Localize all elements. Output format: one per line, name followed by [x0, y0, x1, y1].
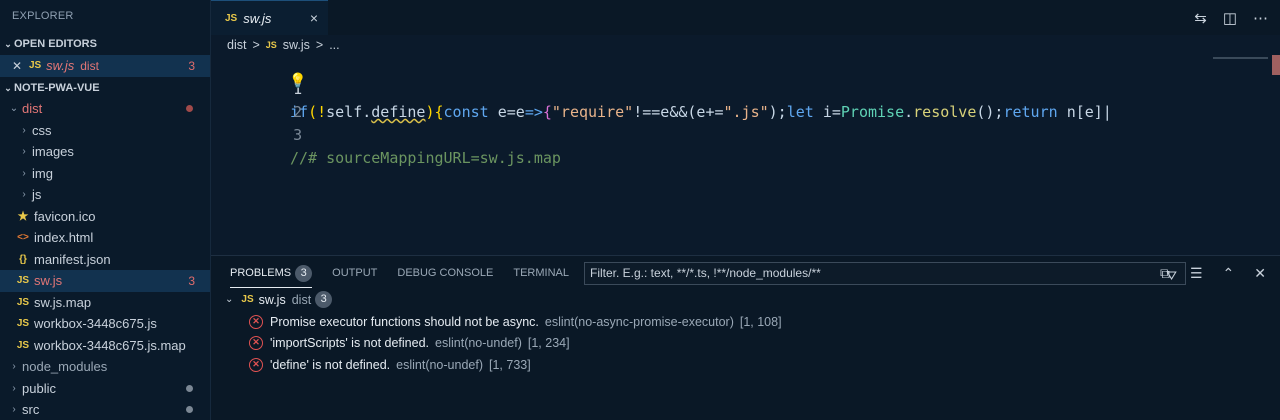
modified-dot: [186, 406, 193, 414]
tab-problems[interactable]: PROBLEMS 3: [230, 264, 313, 288]
breadcrumb-sw-js[interactable]: sw.js: [283, 38, 310, 52]
js-file-icon: JS: [225, 12, 238, 24]
code-text: if(!self.define){const e=e=>{"require"!=…: [290, 103, 1112, 121]
chevron-right-icon: ›: [12, 404, 16, 416]
problems-count-badge: 3: [315, 291, 333, 308]
tree-item-sw-js[interactable]: JS sw.js 3: [0, 270, 210, 292]
panel-actions: ⧉ ☰ ⌃ ✕: [1160, 256, 1266, 290]
tab-label: sw.js: [243, 10, 272, 26]
tree-item-workbox-map[interactable]: JS workbox-3448c675.js.map: [0, 335, 210, 357]
error-icon: ✕: [249, 357, 263, 372]
chevron-right-icon: >: [315, 38, 324, 52]
explorer-sidebar: EXPLORER ⌄ OPEN EDITORS ✕ JS sw.js dist …: [0, 0, 211, 420]
problems-group-sw-js[interactable]: ⌄ JS sw.js dist 3: [225, 289, 333, 310]
tree-item-public[interactable]: › public: [0, 378, 210, 400]
tree-item-js[interactable]: › js: [0, 184, 210, 206]
split-editor-icon[interactable]: ◫: [1223, 9, 1237, 27]
modified-dot: [186, 105, 193, 113]
tree-item-src[interactable]: › src: [0, 399, 210, 420]
project-header[interactable]: ⌄ NOTE-PWA-VUE: [0, 77, 210, 99]
open-editor-folder: dist: [80, 58, 99, 73]
tree-item-manifest[interactable]: {} manifest.json: [0, 249, 210, 271]
close-icon[interactable]: ✕: [1254, 265, 1266, 282]
code-line-1: 1 if(!self.define){const e=e=>{"require"…: [211, 55, 1112, 121]
compare-changes-icon[interactable]: ⇆: [1194, 9, 1207, 27]
open-editors-header[interactable]: ⌄ OPEN EDITORS: [0, 33, 210, 55]
code-line-2: 2 💡 //# sourceMappingURL=sw.js.map: [211, 73, 561, 167]
js-file-icon: JS: [265, 40, 277, 50]
maximize-panel-icon[interactable]: ⌃: [1223, 265, 1235, 282]
tree-item-favicon[interactable]: ★ favicon.ico: [0, 206, 210, 228]
modified-dot: [186, 384, 193, 392]
chevron-right-icon: ›: [12, 382, 16, 394]
more-actions-icon[interactable]: ⋯: [1253, 9, 1268, 27]
close-icon[interactable]: ✕: [12, 59, 22, 73]
tree-item-dist[interactable]: ⌄ dist: [0, 98, 210, 120]
breadcrumb-dist[interactable]: dist: [227, 38, 246, 52]
tab-terminal[interactable]: TERMINAL: [513, 267, 569, 279]
html-file-icon: <>: [17, 232, 29, 244]
tree-item-sw-js-map[interactable]: JS sw.js.map: [0, 292, 210, 314]
js-file-icon: JS: [16, 296, 30, 308]
chevron-down-icon: ⌄: [4, 83, 12, 93]
view-as-tree-icon[interactable]: ☰: [1190, 265, 1203, 282]
explorer-title: EXPLORER: [12, 10, 74, 22]
problem-item[interactable]: ✕ 'importScripts' is not defined. eslint…: [249, 332, 570, 353]
chevron-down-icon: ⌄: [9, 103, 19, 115]
file-tree: ⌄ dist › css › images › img › js ★ favic…: [0, 98, 210, 420]
code-comment: //# sourceMappingURL=sw.js.map: [290, 149, 561, 167]
tab-sw-js[interactable]: JS sw.js ×: [211, 0, 328, 35]
tree-item-img[interactable]: › img: [0, 163, 210, 185]
scrollbar-error-marker: [1272, 55, 1280, 75]
js-file-icon: JS: [16, 339, 30, 351]
json-file-icon: {}: [19, 253, 27, 265]
tree-item-css[interactable]: › css: [0, 120, 210, 142]
close-icon[interactable]: ×: [310, 10, 318, 26]
error-icon: ✕: [249, 314, 263, 329]
open-editor-item-sw-js[interactable]: ✕ JS sw.js dist 3: [0, 55, 210, 77]
problem-count: 3: [188, 273, 195, 288]
tree-item-images[interactable]: › images: [0, 141, 210, 163]
chevron-right-icon: ›: [12, 361, 16, 373]
line-number: 2: [293, 103, 303, 121]
chevron-right-icon: >: [252, 38, 260, 52]
tree-item-index-html[interactable]: <> index.html: [0, 227, 210, 249]
js-file-icon: JS: [28, 60, 42, 72]
panel-tabs: PROBLEMS 3 OUTPUT DEBUG CONSOLE TERMINAL: [230, 256, 569, 290]
chevron-right-icon: ›: [22, 146, 26, 158]
chevron-down-icon: ⌄: [4, 39, 12, 49]
problem-item[interactable]: ✕ 'define' is not defined. eslint(no-und…: [249, 354, 531, 375]
lightbulb-icon[interactable]: 💡: [289, 70, 306, 93]
collapse-all-icon[interactable]: ⧉: [1160, 265, 1170, 282]
js-file-icon: JS: [241, 294, 254, 305]
chevron-down-icon: ⌄: [225, 294, 234, 305]
star-icon: ★: [17, 209, 29, 224]
tab-output[interactable]: OUTPUT: [332, 267, 377, 279]
editor-actions: ⇆ ◫ ⋯: [1194, 0, 1268, 35]
problem-count: 3: [188, 58, 195, 73]
chevron-right-icon: ›: [22, 124, 26, 136]
editor-tab-bar: JS sw.js × ⇆ ◫ ⋯: [211, 0, 1280, 35]
error-icon: ✕: [249, 335, 263, 350]
code-editor[interactable]: 1 if(!self.define){const e=e=>{"require"…: [211, 55, 1280, 255]
open-editor-filename: sw.js: [46, 58, 75, 74]
chevron-right-icon: ›: [22, 167, 26, 179]
tree-item-workbox-js[interactable]: JS workbox-3448c675.js: [0, 313, 210, 335]
js-file-icon: JS: [16, 318, 30, 330]
tree-item-node-modules[interactable]: › node_modules: [0, 356, 210, 378]
problems-count-badge: 3: [295, 264, 313, 282]
problem-item[interactable]: ✕ Promise executor functions should not …: [249, 311, 782, 332]
problems-filter-input[interactable]: Filter. E.g.: text, **/*.ts, !**/node_mo…: [584, 262, 1186, 285]
breadcrumb-symbol[interactable]: ...: [329, 38, 339, 52]
chevron-right-icon: ›: [22, 189, 26, 201]
js-file-icon: JS: [16, 275, 30, 287]
breadcrumb: dist > JS sw.js > ...: [211, 35, 1280, 55]
bottom-panel: PROBLEMS 3 OUTPUT DEBUG CONSOLE TERMINAL …: [211, 255, 1280, 420]
minimap: [1213, 57, 1268, 59]
line-number: 3: [293, 126, 303, 144]
tab-debug-console[interactable]: DEBUG CONSOLE: [397, 267, 493, 279]
code-line-3: 3: [211, 101, 302, 144]
